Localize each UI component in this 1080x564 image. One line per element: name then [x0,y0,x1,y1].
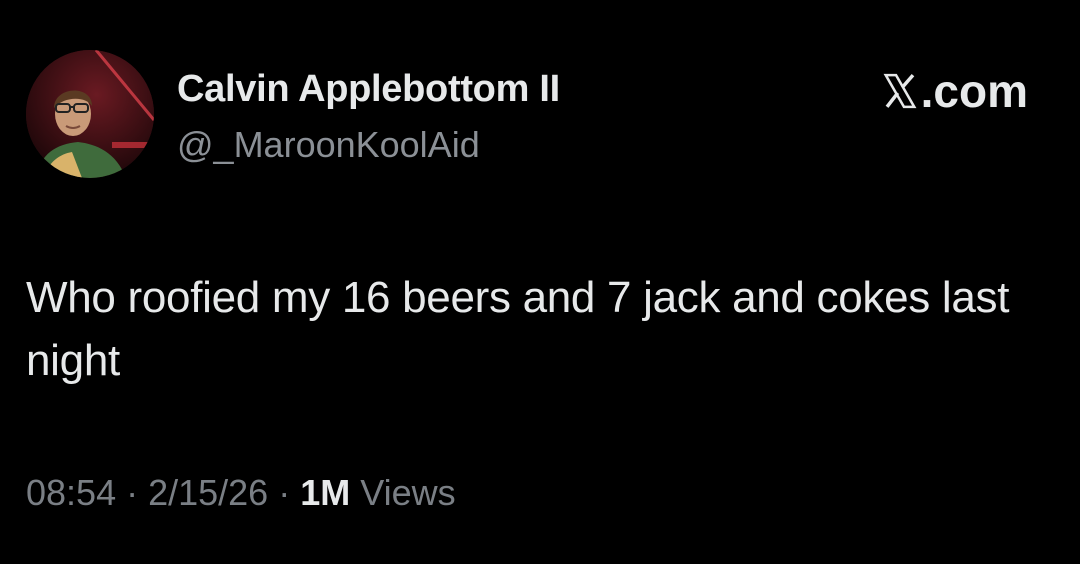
tweet-time[interactable]: 08:54 [26,472,116,513]
x-logo-icon [883,73,917,109]
views-label: Views [360,472,456,513]
brand-watermark: .com [881,64,1028,118]
author-handle[interactable]: @_MaroonKoolAid [177,124,480,166]
views-count[interactable]: 1M [300,472,350,513]
tweet-card: Calvin Applebottom II @_MaroonKoolAid .c… [0,0,1080,564]
brand-domain-suffix: .com [920,65,1028,117]
avatar[interactable] [26,50,154,178]
tweet-text: Who roofied my 16 beers and 7 jack and c… [26,273,1010,385]
avatar-photo [26,50,154,178]
tweet-meta: 08:54 · 2/15/26 · 1M Views [26,472,456,514]
author-display-name[interactable]: Calvin Applebottom II [177,68,560,111]
meta-separator: · [278,472,291,513]
tweet-date[interactable]: 2/15/26 [148,472,268,513]
meta-separator: · [126,472,139,513]
